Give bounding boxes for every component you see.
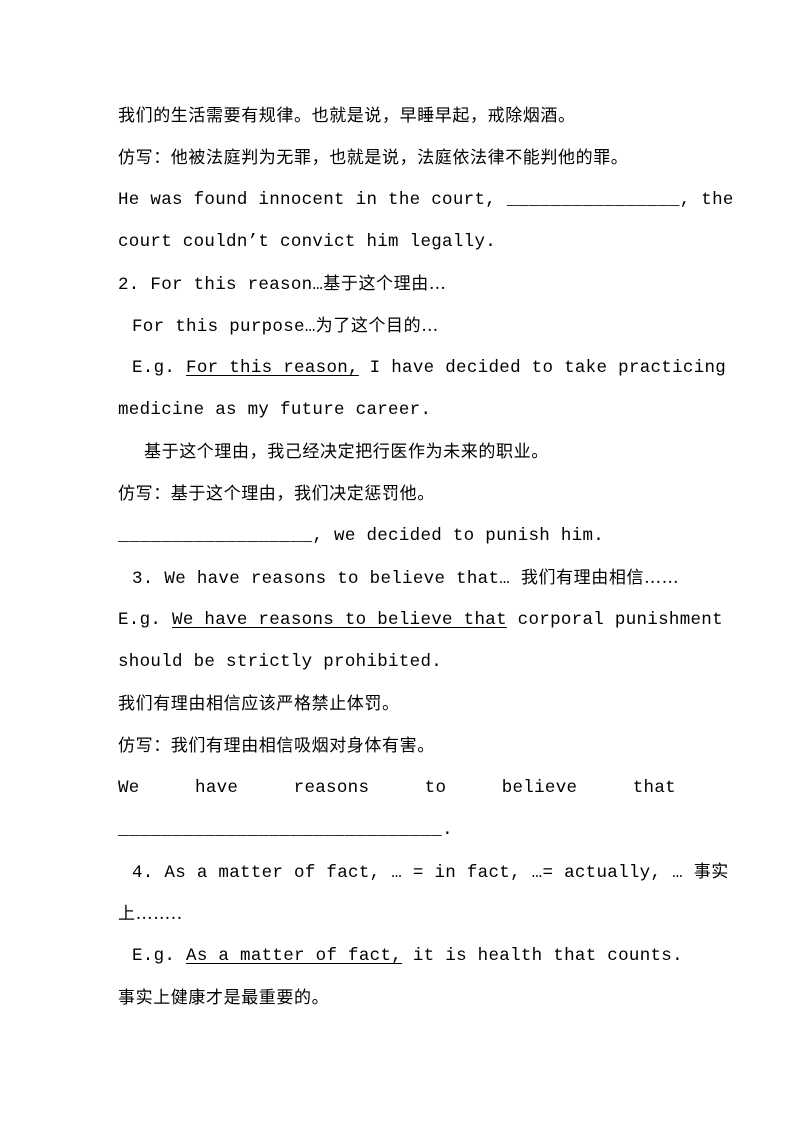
fill-in-blank-line: He was found innocent in the court, ____… <box>118 179 733 221</box>
text-line: should be strictly prohibited. <box>118 652 443 672</box>
example-rest: corporal punishment <box>506 610 723 630</box>
example-rest: it is health that counts. <box>402 946 683 966</box>
heading-chinese: 基于这个理由… <box>323 274 447 294</box>
sentence-suffix: , the <box>679 190 734 210</box>
text-line: medicine as my future career. <box>118 400 432 420</box>
text-line: 仿写：我们有理由相信吸烟对身体有害。 <box>118 736 435 756</box>
example-highlight-phrase: As a matter of fact, <box>186 946 403 966</box>
sentence-prefix: He was found innocent in the court, <box>118 190 507 210</box>
sub-heading-english: For this purpose… <box>132 317 316 337</box>
numbered-heading: 4. As a matter of fact, … = in fact, …= … <box>118 851 728 893</box>
heading-english: For this reason… <box>139 275 324 295</box>
sentence-suffix: , we decided to punish him. <box>312 526 605 546</box>
sub-heading: For this purpose…为了这个目的… <box>118 305 678 347</box>
answer-word: to <box>424 778 447 798</box>
heading-english: We have reasons to believe that… <box>153 569 521 589</box>
long-blank-line: ______________________________. <box>118 809 678 851</box>
text-line: court couldn’t convict him legally. <box>118 232 497 252</box>
answer-word: believe <box>501 778 578 798</box>
text-line: 仿写：基于这个理由，我们决定惩罚他。 <box>118 484 435 504</box>
example-line: E.g. For this reason, I have decided to … <box>118 347 726 389</box>
document-body: 我们的生活需要有规律。也就是说，早睡早起，戒除烟酒。 仿写：他被法庭判为无罪，也… <box>118 95 733 1019</box>
example-label: E.g. <box>132 946 187 966</box>
example-highlight-phrase: For this reason, <box>186 358 359 378</box>
text-line: 事实上健康才是最重要的。 <box>118 988 330 1008</box>
example-label: E.g. <box>118 610 173 630</box>
sentence-suffix: . <box>442 820 453 840</box>
text-line: 上…….. <box>118 904 183 924</box>
item-number: 3. <box>132 569 154 589</box>
fill-in-blank-line: __________________, we decided to punish… <box>118 515 678 557</box>
item-number: 4. <box>132 863 154 883</box>
item-number: 2. <box>118 275 140 295</box>
numbered-heading: 3. We have reasons to believe that… 我们有理… <box>118 557 680 599</box>
answer-word: have <box>195 778 239 798</box>
text-line: 仿写：他被法庭判为无罪，也就是说，法庭依法律不能判他的罪。 <box>118 148 629 168</box>
example-highlight-phrase: We have reasons to believe that <box>172 610 507 630</box>
text-line: 我们的生活需要有规律。也就是说，早睡早起，戒除烟酒。 <box>118 106 576 126</box>
sub-heading-chinese: 为了这个目的… <box>315 316 439 336</box>
example-line: E.g. We have reasons to believe that cor… <box>118 599 723 641</box>
heading-chinese: 我们有理由相信…… <box>520 568 680 588</box>
document-page: 我们的生活需要有规律。也就是说，早睡早起，戒除烟酒。 仿写：他被法庭判为无罪，也… <box>0 0 794 1123</box>
example-line: E.g. As a matter of fact, it is health t… <box>118 935 683 977</box>
example-rest: I have decided to take practicing <box>358 358 727 378</box>
answer-word: reasons <box>293 778 370 798</box>
heading-english: As a matter of fact, … = in fact, …= act… <box>153 863 694 883</box>
answer-word: that <box>632 778 676 798</box>
example-label: E.g. <box>132 358 187 378</box>
answer-blank[interactable]: __________________ <box>118 526 312 546</box>
answer-blank[interactable]: ________________ <box>507 190 680 210</box>
heading-chinese: 事实 <box>693 862 729 882</box>
answer-word: We <box>118 778 140 798</box>
justified-answer-line: We have reasons to believe that <box>118 767 676 809</box>
numbered-heading: 2. For this reason…基于这个理由… <box>118 263 678 305</box>
text-line: 我们有理由相信应该严格禁止体罚。 <box>118 694 400 714</box>
text-line: 基于这个理由，我己经决定把行医作为未来的职业。 <box>144 442 549 462</box>
answer-blank[interactable]: ______________________________ <box>118 820 442 840</box>
